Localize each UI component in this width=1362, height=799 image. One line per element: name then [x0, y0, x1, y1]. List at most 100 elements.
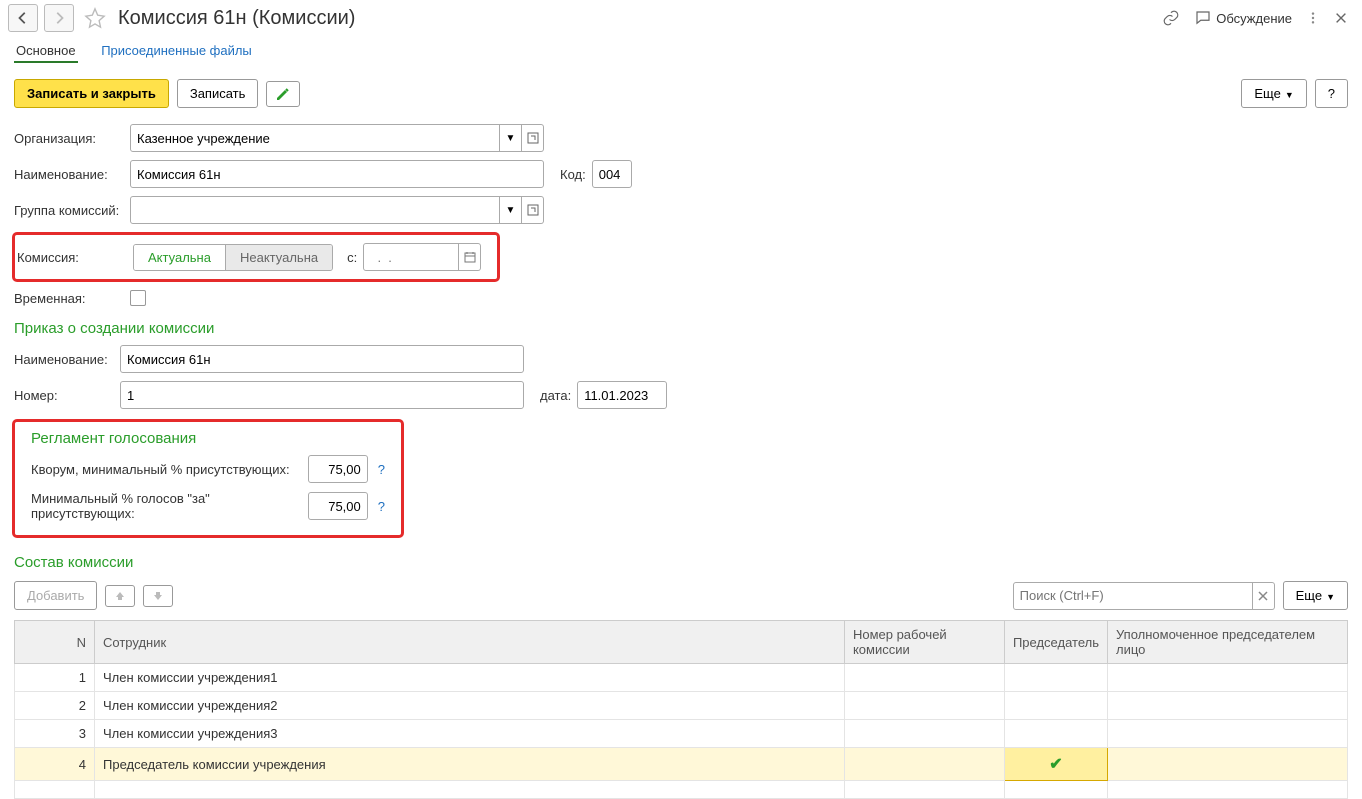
row-employee: Член комиссии учреждения1 [95, 664, 845, 692]
row-num: 2 [15, 692, 95, 720]
pencil-icon [275, 86, 291, 102]
arrow-down-icon [152, 590, 164, 602]
row-employee: Член комиссии учреждения3 [95, 720, 845, 748]
tab-files[interactable]: Присоединенные файлы [99, 40, 254, 61]
quorum-label: Кворум, минимальный % присутствующих: [31, 462, 302, 477]
kebab-icon[interactable] [1306, 10, 1320, 26]
row-num: 4 [15, 748, 95, 781]
calendar-icon [464, 251, 476, 263]
row-num: 1 [15, 664, 95, 692]
temp-checkbox[interactable] [130, 290, 146, 306]
close-icon [1258, 591, 1268, 601]
favorite-icon[interactable] [84, 7, 106, 29]
org-open[interactable] [522, 124, 544, 152]
group-input[interactable] [130, 196, 500, 224]
row-worknum[interactable] [844, 748, 1004, 781]
discuss-button[interactable]: Обсуждение [1194, 9, 1292, 27]
name-input[interactable] [130, 160, 544, 188]
table-row[interactable]: 1Член комиссии учреждения1 [15, 664, 1348, 692]
forward-button[interactable] [44, 4, 74, 32]
help-button[interactable]: ? [1315, 79, 1348, 108]
quorum-help[interactable]: ? [378, 462, 385, 477]
group-label: Группа комиссий: [14, 203, 124, 218]
table-row[interactable]: 2Член комиссии учреждения2 [15, 692, 1348, 720]
order-name-input[interactable] [120, 345, 524, 373]
move-up-button[interactable] [105, 585, 135, 607]
order-num-label: Номер: [14, 388, 114, 403]
row-num: 3 [15, 720, 95, 748]
tab-main[interactable]: Основное [14, 40, 78, 63]
add-member-button[interactable]: Добавить [14, 581, 97, 610]
chair-cell[interactable] [1004, 664, 1107, 692]
voting-section-title: Регламент голосования [17, 428, 399, 451]
from-date-picker[interactable] [459, 243, 481, 271]
code-label: Код: [560, 167, 586, 182]
voting-box: Регламент голосования Кворум, минимальны… [12, 419, 404, 538]
check-icon: ✔ [1049, 756, 1062, 773]
temp-label: Временная: [14, 291, 124, 306]
col-chair[interactable]: Председатель [1004, 621, 1107, 664]
row-auth[interactable] [1108, 692, 1348, 720]
save-button[interactable]: Записать [177, 79, 259, 108]
name-label: Наименование: [14, 167, 124, 182]
col-worknum[interactable]: Номер рабочей комиссии [844, 621, 1004, 664]
col-employee[interactable]: Сотрудник [95, 621, 845, 664]
table-row[interactable]: 4Председатель комиссии учреждения ✔ [15, 748, 1348, 781]
arrow-up-icon [114, 590, 126, 602]
col-auth[interactable]: Уполномоченное председателем лицо [1108, 621, 1348, 664]
min-yes-input[interactable] [308, 492, 368, 520]
table-row[interactable]: 3Член комиссии учреждения3 [15, 720, 1348, 748]
back-button[interactable] [8, 4, 38, 32]
from-label: с: [347, 250, 357, 265]
col-n[interactable]: N [15, 621, 95, 664]
org-label: Организация: [14, 131, 124, 146]
move-down-button[interactable] [143, 585, 173, 607]
toggle-not-actual[interactable]: Неактуальна [226, 245, 332, 270]
close-icon[interactable] [1334, 11, 1348, 25]
edit-icon-button[interactable] [266, 81, 300, 107]
org-dropdown[interactable]: ▼ [500, 124, 522, 152]
commission-label: Комиссия: [17, 250, 127, 265]
arrow-left-icon [16, 11, 30, 25]
arrow-right-icon [52, 11, 66, 25]
members-section-title: Состав комиссии [0, 544, 1362, 575]
group-open[interactable] [522, 196, 544, 224]
min-yes-label: Минимальный % голосов "за" присутствующи… [31, 491, 302, 521]
row-auth[interactable] [1108, 664, 1348, 692]
min-yes-help[interactable]: ? [378, 499, 385, 514]
from-date-input[interactable] [363, 243, 459, 271]
search-clear[interactable] [1253, 582, 1275, 610]
link-icon[interactable] [1162, 9, 1180, 27]
table-more-button[interactable]: Еще▼ [1283, 581, 1348, 610]
open-icon [527, 204, 539, 216]
chevron-down-icon: ▼ [1326, 592, 1335, 602]
group-dropdown[interactable]: ▼ [500, 196, 522, 224]
more-button[interactable]: Еще▼ [1241, 79, 1306, 108]
quorum-input[interactable] [308, 455, 368, 483]
open-icon [527, 132, 539, 144]
row-worknum[interactable] [844, 692, 1004, 720]
row-auth[interactable] [1108, 748, 1348, 781]
order-section-title: Приказ о создании комиссии [0, 310, 1362, 341]
code-input[interactable] [592, 160, 632, 188]
row-worknum[interactable] [844, 720, 1004, 748]
save-close-button[interactable]: Записать и закрыть [14, 79, 169, 108]
order-name-label: Наименование: [14, 352, 114, 367]
page-title: Комиссия 61н (Комиссии) [118, 7, 1156, 30]
chevron-down-icon: ▼ [1285, 90, 1294, 100]
row-employee: Член комиссии учреждения2 [95, 692, 845, 720]
order-num-input[interactable] [120, 381, 524, 409]
commission-status-box: Комиссия: Актуальна Неактуальна с: [12, 232, 500, 282]
row-employee: Председатель комиссии учреждения [95, 748, 845, 781]
org-input[interactable] [130, 124, 500, 152]
chat-icon [1194, 9, 1212, 27]
discuss-label: Обсуждение [1216, 11, 1292, 26]
chair-cell[interactable] [1004, 720, 1107, 748]
row-worknum[interactable] [844, 664, 1004, 692]
chair-cell[interactable]: ✔ [1004, 748, 1107, 781]
row-auth[interactable] [1108, 720, 1348, 748]
search-input[interactable] [1013, 582, 1253, 610]
toggle-actual[interactable]: Актуальна [134, 245, 226, 270]
order-date-input[interactable] [577, 381, 667, 409]
chair-cell[interactable] [1004, 692, 1107, 720]
